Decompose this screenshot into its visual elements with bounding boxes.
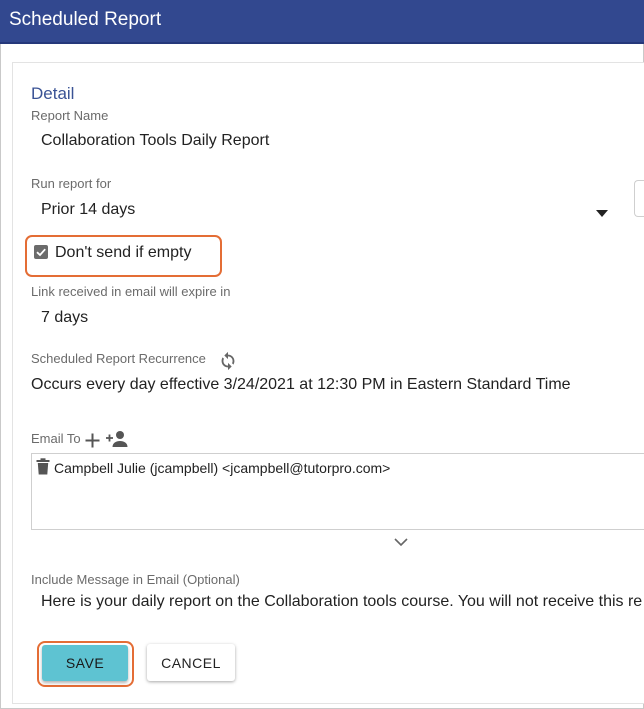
- section-title: Detail: [31, 84, 75, 103]
- chevron-down-icon[interactable]: [393, 535, 409, 553]
- report-name-field[interactable]: Collaboration Tools Daily Report: [41, 132, 269, 150]
- title-bar: Scheduled Report: [0, 0, 644, 44]
- refresh-icon[interactable]: [217, 350, 239, 377]
- recipient-text: Campbell Julie (jcampbell) <jcampbell@tu…: [54, 460, 391, 476]
- recurrence-text: Occurs every day effective 3/24/2021 at …: [31, 376, 571, 393]
- link-expire-field[interactable]: 7 days: [41, 309, 88, 327]
- dont-send-if-empty-label[interactable]: Don't send if empty: [55, 244, 191, 262]
- run-report-for-label: Run report for: [31, 176, 112, 191]
- report-name-label: Report Name: [31, 108, 109, 123]
- trash-icon[interactable]: [36, 458, 50, 478]
- message-text: Here is your daily report on the Collabo…: [41, 593, 643, 610]
- save-button[interactable]: SAVE: [42, 645, 128, 681]
- dropdown-arrow-icon[interactable]: [596, 210, 608, 217]
- cancel-button[interactable]: CANCEL: [147, 644, 235, 681]
- recipient-item: Campbell Julie (jcampbell) <jcampbell@tu…: [36, 458, 390, 478]
- link-expire-label: Link received in email will expire in: [31, 284, 231, 299]
- message-label: Include Message in Email (Optional): [31, 572, 240, 587]
- plus-icon[interactable]: [84, 432, 101, 454]
- check-icon: [36, 248, 46, 257]
- dont-send-if-empty-checkbox[interactable]: [34, 245, 48, 259]
- email-to-label: Email To: [31, 431, 81, 446]
- run-report-for-select[interactable]: Prior 14 days: [41, 201, 135, 219]
- window-title: Scheduled Report: [9, 9, 162, 30]
- adjacent-panel-edge: [634, 180, 644, 217]
- add-person-icon[interactable]: [105, 430, 129, 453]
- recurrence-label: Scheduled Report Recurrence: [31, 351, 206, 366]
- message-textarea[interactable]: Here is your daily report on the Collabo…: [41, 593, 644, 618]
